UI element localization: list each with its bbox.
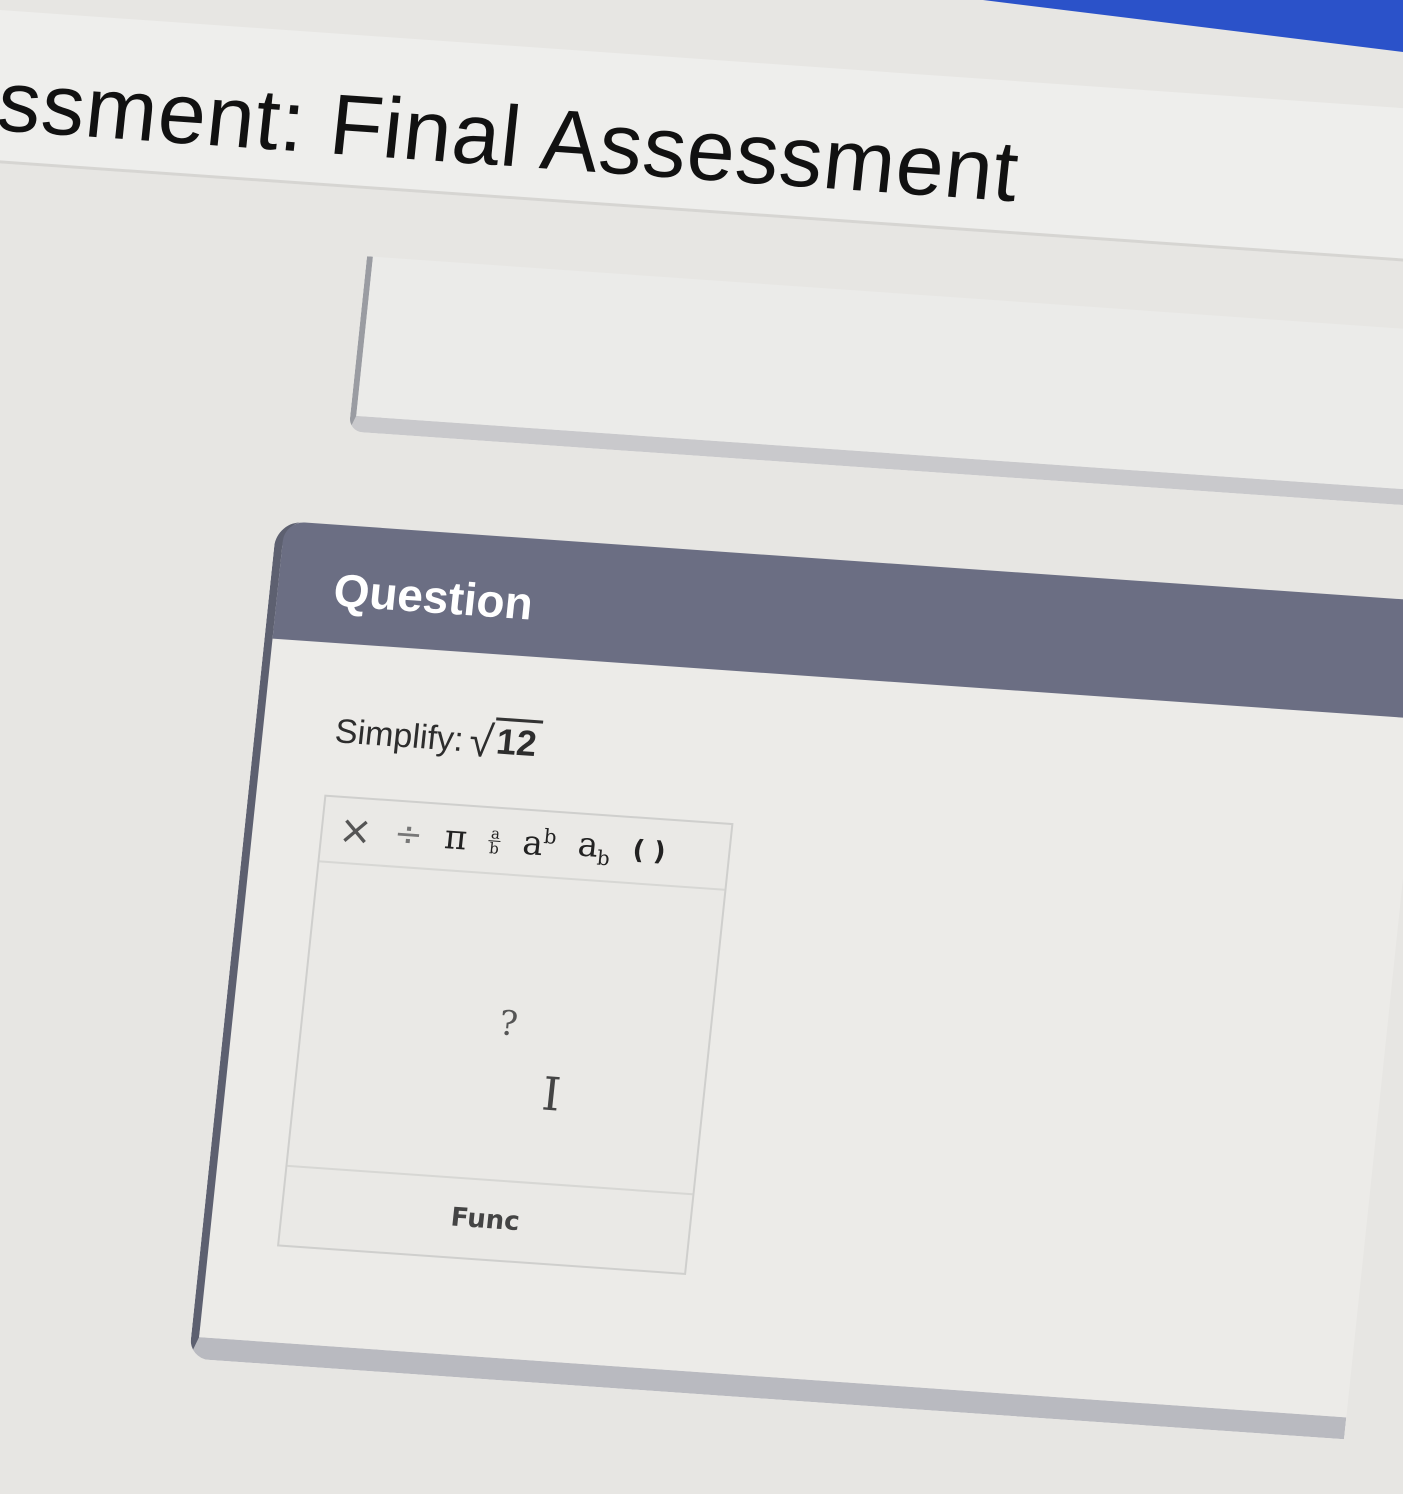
times-button[interactable]: × xyxy=(336,807,374,855)
page-title: essment: Final Assessment xyxy=(0,49,1024,221)
answer-placeholder: ? xyxy=(497,1003,520,1045)
pi-button[interactable]: π xyxy=(443,817,469,858)
answer-input[interactable]: ? I xyxy=(288,864,724,1191)
subscript-index: b xyxy=(595,845,612,870)
radicand: 12 xyxy=(491,717,543,765)
question-heading: Question xyxy=(331,563,536,630)
fraction-button[interactable]: a b xyxy=(487,823,502,858)
exponent-base: a xyxy=(520,823,546,865)
exponent-button[interactable]: ab xyxy=(520,823,558,865)
tab-func[interactable]: Func xyxy=(449,1202,521,1237)
parentheses-button[interactable]: ( ) xyxy=(631,835,667,867)
page: essment: Final Assessment Question Simpl… xyxy=(0,0,1403,1486)
fraction-denominator: b xyxy=(488,838,500,858)
text-cursor-icon: I xyxy=(539,1066,564,1122)
radical-expression: √12 xyxy=(467,717,543,772)
fraction-numerator: a xyxy=(490,823,502,843)
math-editor: × ÷ π a b ab ab ( ) ? I Func xyxy=(276,794,734,1275)
exponent-power: b xyxy=(542,824,558,850)
subscript-button[interactable]: ab xyxy=(576,824,613,870)
question-header: Question xyxy=(272,521,1403,719)
corner-accent xyxy=(983,0,1403,52)
divide-button[interactable]: ÷ xyxy=(392,814,425,856)
top-card xyxy=(348,256,1403,509)
question-prompt: Simplify:√12 xyxy=(332,707,543,772)
question-card: Question Simplify:√12 × ÷ π a b ab ab ( … xyxy=(188,520,1403,1440)
prompt-label: Simplify: xyxy=(333,712,466,760)
